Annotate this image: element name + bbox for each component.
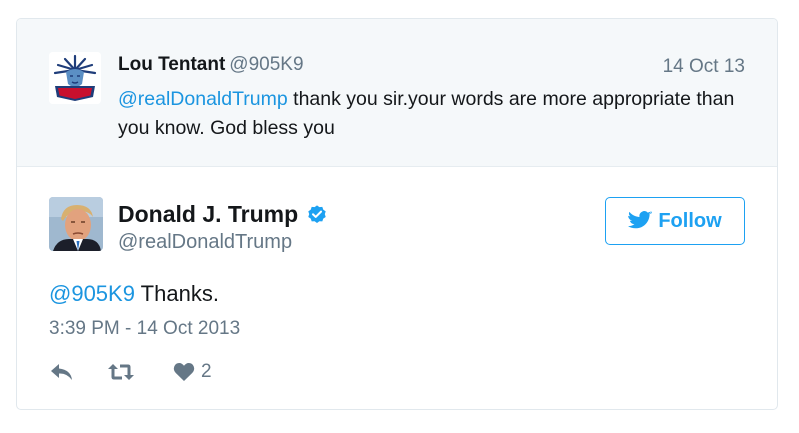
parent-avatar[interactable] [49,52,101,104]
tweet-actions: 2 [49,359,212,385]
parent-tweet-header: Lou Tentant @905K9 14 Oct 13 [118,54,745,80]
main-avatar[interactable] [49,197,103,251]
main-mention-link[interactable]: @905K9 [49,281,135,306]
parent-tweet-text: @realDonaldTrump thank you sir.your word… [118,85,758,143]
tweet-timestamp[interactable]: 3:39 PM - 14 Oct 2013 [49,318,240,340]
embedded-tweet-card: Lou Tentant @905K9 14 Oct 13 @realDonaldT… [16,18,778,410]
verified-badge-icon [308,204,326,223]
main-author-name-text[interactable]: Donald J. Trump [118,201,298,228]
main-author-handle[interactable]: @realDonaldTrump [118,231,292,254]
main-author-name[interactable]: Donald J. Trump [118,201,328,228]
follow-button-label: Follow [658,209,722,232]
main-tweet-body: Thanks. [140,281,219,306]
avatar-photo [49,197,103,251]
parent-tweet[interactable]: Lou Tentant @905K9 14 Oct 13 @realDonaldT… [17,19,777,167]
parent-mention-link[interactable]: @realDonaldTrump [118,88,288,110]
heart-icon [173,363,195,381]
parent-tweet-date[interactable]: 14 Oct 13 [663,56,745,78]
reply-icon [51,364,72,380]
like-count: 2 [201,361,212,382]
retweet-button[interactable] [75,362,135,382]
parent-author-name[interactable]: Lou Tentant [118,54,225,75]
parent-author-handle[interactable]: @905K9 [229,54,303,75]
follow-button[interactable]: Follow [605,197,745,245]
twitter-bird-icon [628,211,653,229]
reply-button[interactable] [49,361,75,383]
like-button[interactable]: 2 [173,361,212,383]
retweet-icon [108,364,134,380]
main-tweet-text: @905K9 Thanks. [49,281,219,307]
nyr-logo-icon [49,52,101,104]
